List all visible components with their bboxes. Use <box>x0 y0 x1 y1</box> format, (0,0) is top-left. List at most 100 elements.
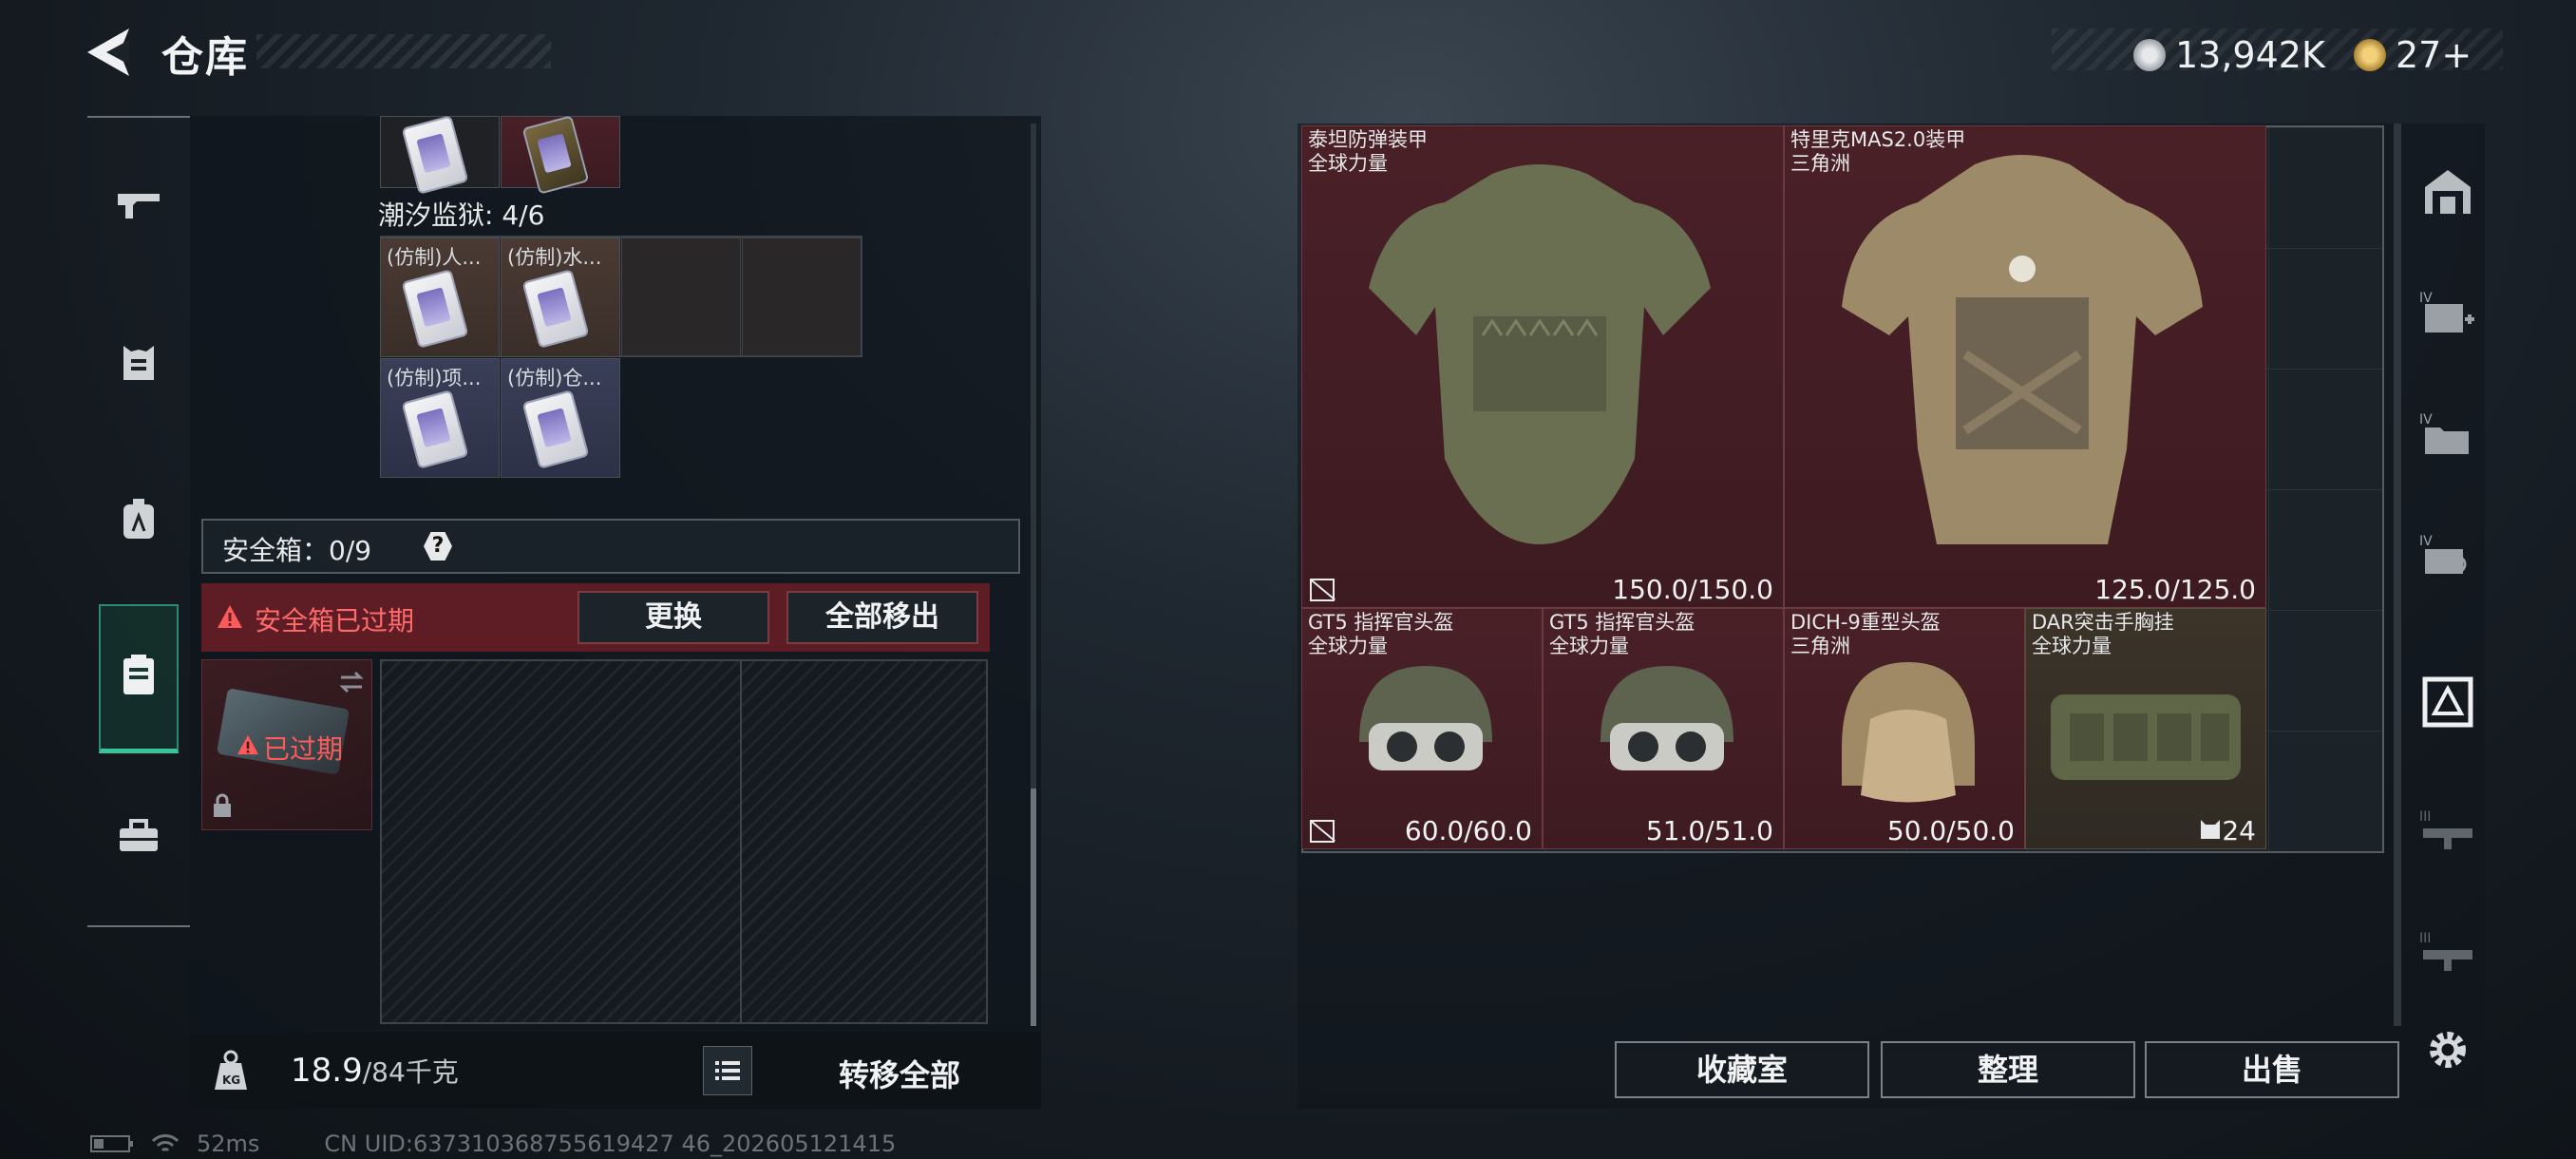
scroll-thumb[interactable] <box>1031 788 1036 1026</box>
right-nav: IV IV IV III III <box>2405 95 2491 1102</box>
armor-vest-icon <box>1369 164 1711 544</box>
inventory-item[interactable]: 特里克MAS2.0装甲 三角洲 125.0/125.0 <box>1784 125 2266 608</box>
wifi-icon <box>151 1134 180 1152</box>
page-title: 仓库 <box>161 33 249 82</box>
armor-vest-icon <box>1842 155 2203 544</box>
title-decoration <box>256 34 551 68</box>
left-footer: KG 18.9/84千克 转移全部 <box>190 1033 1041 1109</box>
item-slot[interactable]: (仿制)项... <box>380 358 500 478</box>
key-card-icon <box>521 390 590 469</box>
list-view-button[interactable] <box>703 1046 752 1095</box>
prison-label: 潮汐监狱: 4/6 <box>378 200 545 231</box>
key-card-icon <box>521 269 590 349</box>
inventory-item[interactable]: GT5 指挥官头盔 全球力量 51.0/51.0 <box>1543 608 1784 849</box>
warning-icon <box>237 734 258 755</box>
sell-button[interactable]: 出售 <box>2145 1041 2399 1098</box>
nav-item-armor[interactable] <box>101 325 177 401</box>
empty-slot[interactable] <box>742 238 862 357</box>
durability: 51.0/51.0 <box>1645 815 1773 846</box>
capacity-icon <box>2201 820 2220 839</box>
right-scrollbar[interactable] <box>2394 124 2401 1026</box>
safe-box-icon <box>123 655 154 694</box>
item-slot[interactable]: (仿制)人... <box>380 238 500 357</box>
inventory-item[interactable]: DAR突击手胸挂 全球力量 24 <box>2025 608 2266 849</box>
item-faction: 全球力量 <box>2032 635 2112 657</box>
inventory-item[interactable]: 泰坦防弹装甲 全球力量 150.0/150.0 <box>1301 125 1784 608</box>
equipment-icon: IV <box>2419 534 2467 574</box>
settings-button[interactable] <box>2415 1016 2481 1083</box>
expired-warning-bar: 安全箱已过期 更换 全部移出 <box>201 583 990 652</box>
expired-tag: 已过期 <box>263 733 344 765</box>
key-card-icon <box>401 269 469 349</box>
backpack-icon <box>123 499 154 539</box>
nav-item-backpack[interactable] <box>101 481 177 557</box>
replace-button[interactable]: 更换 <box>578 591 769 644</box>
nav-item-medical[interactable]: IV <box>2415 279 2481 346</box>
back-button[interactable] <box>85 27 131 78</box>
transfer-all-button[interactable]: 转移全部 <box>771 1052 1028 1095</box>
nav-item-equipment[interactable]: IV <box>2415 522 2481 589</box>
key-card-icon <box>401 390 469 469</box>
help-icon[interactable]: ? <box>424 532 452 560</box>
item-slot[interactable] <box>380 115 500 195</box>
nav-item-weapons[interactable] <box>101 167 177 243</box>
inventory-item[interactable]: DICH-9重型头盔 三角洲 50.0/50.0 <box>1784 608 2025 849</box>
safe-box-count: 安全箱：0/9 <box>222 535 372 566</box>
svg-text:KG: KG <box>222 1074 240 1087</box>
svg-text:IV: IV <box>2419 291 2433 306</box>
left-nav <box>87 116 190 927</box>
item-slot[interactable]: (仿制)仓... <box>501 358 620 478</box>
safe-box-thumbnail[interactable]: 已过期 <box>201 659 372 830</box>
durability: 50.0/50.0 <box>1886 815 2015 846</box>
armor-icon <box>123 346 154 380</box>
currency-display[interactable]: 13,942K <box>2133 34 2325 76</box>
durability: 125.0/125.0 <box>2094 574 2256 605</box>
helmet-icon <box>1601 666 1733 770</box>
medkit-icon: IV <box>2419 291 2474 332</box>
safe-icon <box>2422 676 2473 728</box>
safe-box-header: 安全箱：0/9 ? <box>201 519 1020 574</box>
inventory-item[interactable]: GT5 指挥官头盔 全球力量 60.0/60.0 <box>1301 608 1543 849</box>
nav-item-weapon-3[interactable]: III <box>2415 798 2481 864</box>
helmet-icon <box>1359 666 1492 770</box>
coin-icon <box>2133 39 2166 71</box>
item-name: DAR突击手胸挂 <box>2032 611 2174 634</box>
toolbox-icon <box>120 819 158 851</box>
coupon-amount: 27+ <box>2396 34 2472 76</box>
safe-box-grid[interactable] <box>380 659 988 1024</box>
lock-icon <box>214 793 231 817</box>
chest-rig-icon <box>2051 694 2241 780</box>
coupon-icon <box>2354 39 2386 71</box>
nav-item-warehouse[interactable] <box>2415 158 2481 224</box>
nav-item-safe[interactable] <box>2415 669 2481 735</box>
broken-armor-icon <box>1310 579 1335 601</box>
nav-item-safe-box[interactable] <box>101 636 177 712</box>
swap-icon <box>339 671 364 694</box>
battery-icon <box>90 1135 133 1152</box>
nav-item-files[interactable]: IV <box>2415 401 2481 467</box>
gun-icon <box>118 194 160 218</box>
svg-text:IV: IV <box>2419 412 2433 428</box>
remove-all-button[interactable]: 全部移出 <box>786 591 978 644</box>
nav-item-weapon-3b[interactable]: III <box>2415 920 2481 986</box>
item-slot[interactable]: (仿制)水... <box>501 238 620 357</box>
weapon-icon: III <box>2419 809 2472 849</box>
empty-slot[interactable] <box>621 238 741 357</box>
gear-icon <box>2430 1032 2466 1068</box>
organize-button[interactable]: 整理 <box>1881 1041 2135 1098</box>
item-slot[interactable] <box>501 115 620 195</box>
item-name: GT5 指挥官头盔 <box>1549 611 1695 634</box>
capacity: 24 <box>2222 815 2256 846</box>
collection-room-button[interactable]: 收藏室 <box>1615 1041 1869 1098</box>
status-bar: 52ms CN UID:637310368755619427 46_202605… <box>90 1130 896 1157</box>
folder-icon: IV <box>2419 412 2469 454</box>
item-name: GT5 指挥官头盔 <box>1308 611 1454 634</box>
broken-armor-icon <box>1310 820 1335 843</box>
weight-max: /84千克 <box>362 1056 459 1088</box>
expired-text: 安全箱已过期 <box>255 605 415 636</box>
ping: 52ms <box>197 1130 260 1157</box>
durability: 60.0/60.0 <box>1404 815 1532 846</box>
nav-item-toolbox[interactable] <box>101 798 177 874</box>
coupon-display[interactable]: 27+ <box>2354 34 2472 76</box>
weight-icon: KG <box>215 1050 247 1090</box>
